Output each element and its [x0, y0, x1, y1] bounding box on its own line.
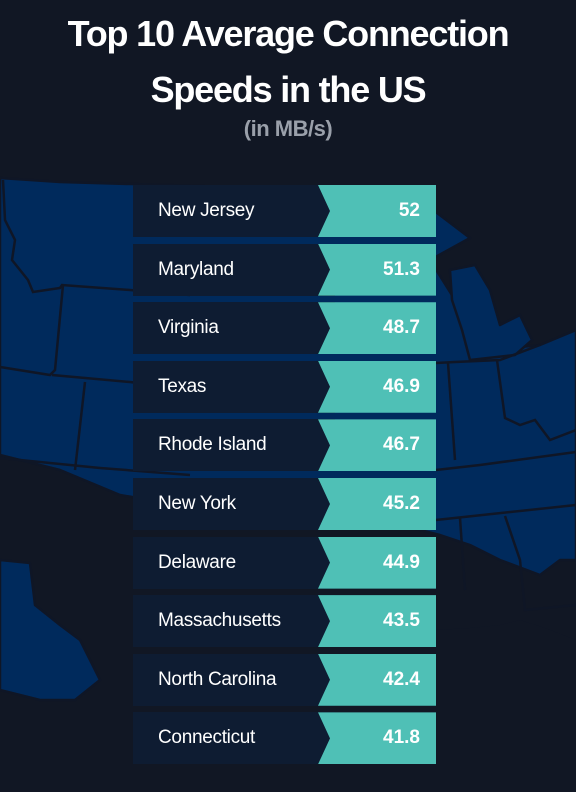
value-label: 42.4 — [383, 668, 420, 690]
value-label: 43.5 — [383, 610, 420, 632]
table-row: Massachusetts 43.5 — [133, 595, 436, 648]
state-label: Virginia — [158, 317, 219, 339]
map-alaska — [0, 558, 102, 702]
value-label: 48.7 — [383, 317, 420, 339]
state-label: New Jersey — [158, 200, 255, 221]
table-row: North Carolina 42.4 — [133, 653, 436, 706]
value-label: 52 — [398, 200, 420, 221]
table-row: New Jersey 52 — [133, 185, 436, 237]
table-row: Rhode Island 46.7 — [133, 419, 436, 472]
chart-subtitle: (in MB/s) — [243, 116, 333, 141]
state-label: North Carolina — [158, 668, 277, 690]
table-row: New York 45.2 — [133, 477, 436, 530]
state-label: Rhode Island — [158, 434, 267, 456]
ranking-table: New Jersey 52 Maryland 51.3 Virginia 48.7 Texa… — [133, 185, 436, 771]
value-label: 45.2 — [383, 492, 420, 514]
value-label: 41.8 — [383, 727, 420, 749]
table-row: Connecticut 41.8 — [133, 712, 436, 765]
table-row: Maryland 51.3 — [133, 243, 436, 296]
state-label: Maryland — [158, 258, 234, 280]
table-row: Virginia 48.7 — [133, 302, 436, 355]
state-label: Connecticut — [158, 727, 256, 749]
chart-title-line2: Speeds in the US — [150, 69, 427, 110]
state-label: Delaware — [158, 551, 236, 573]
state-label: New York — [158, 492, 236, 514]
value-label: 46.9 — [383, 375, 420, 397]
state-label: Massachusetts — [158, 610, 281, 632]
table-row: Texas 46.9 — [133, 360, 436, 413]
value-label: 51.3 — [383, 258, 420, 280]
chart-title-line1: Top 10 Average Connection — [67, 13, 510, 54]
value-label: 46.7 — [383, 434, 420, 456]
state-label: Texas — [158, 375, 207, 397]
table-row: Delaware 44.9 — [133, 536, 436, 589]
value-label: 44.9 — [383, 551, 420, 573]
map-gulf — [436, 620, 576, 792]
